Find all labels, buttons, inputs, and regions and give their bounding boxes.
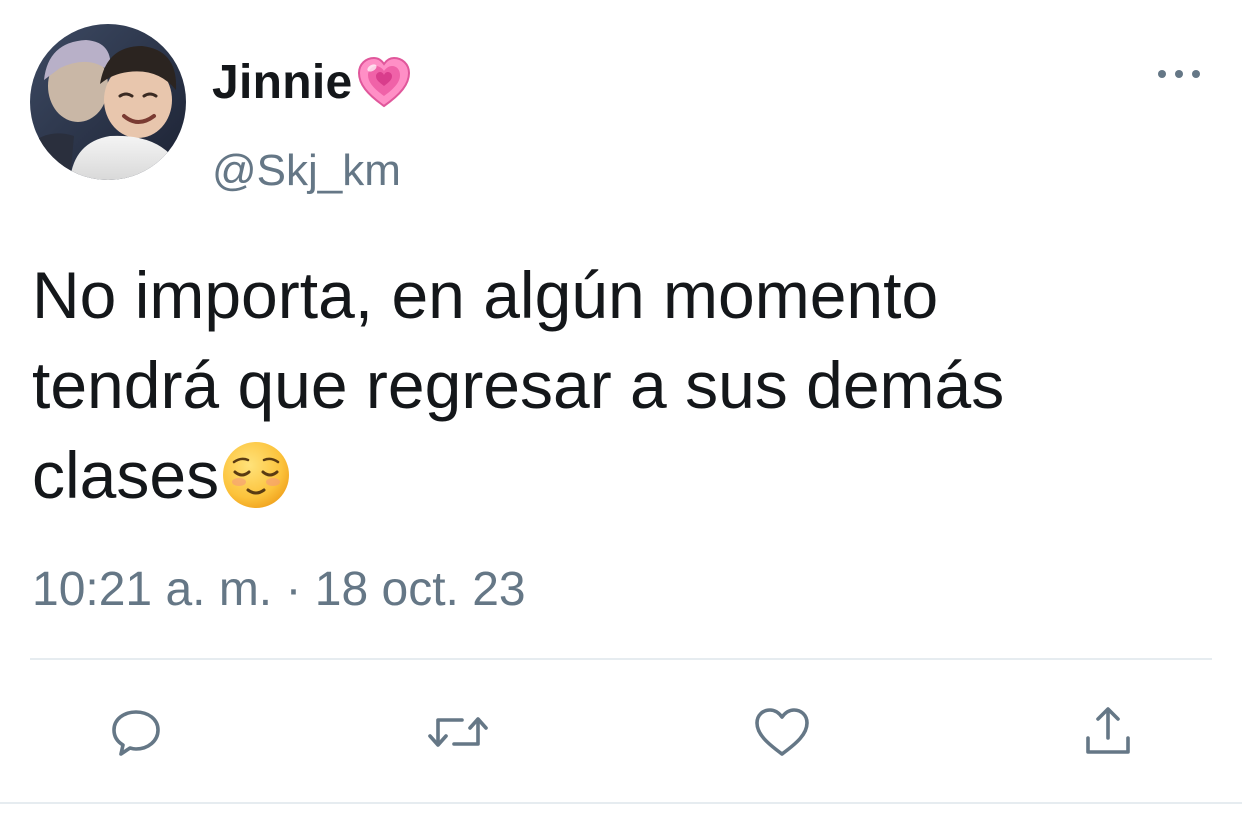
tweet-text-line: clases bbox=[32, 438, 220, 512]
retweet-icon bbox=[428, 717, 488, 747]
like-button[interactable] bbox=[752, 702, 812, 762]
avatar[interactable] bbox=[30, 24, 186, 180]
user-handle[interactable]: @Skj_km bbox=[212, 146, 401, 196]
tweet-text-line: tendrá que regresar a sus demás bbox=[32, 348, 1005, 422]
tweet-text-line: No importa, en algún momento bbox=[32, 258, 939, 332]
divider bbox=[30, 658, 1212, 660]
divider bbox=[0, 802, 1242, 804]
tweet-text: No importa, en algún momento tendrá que … bbox=[32, 250, 1212, 520]
display-name[interactable]: Jinnie bbox=[212, 52, 413, 112]
growing-heart-emoji-icon bbox=[357, 56, 410, 108]
dot-icon bbox=[1192, 70, 1200, 78]
share-icon bbox=[1086, 707, 1130, 754]
more-options-icon[interactable] bbox=[1158, 64, 1200, 84]
avatar-image bbox=[30, 24, 186, 180]
heart-icon bbox=[755, 708, 809, 756]
reply-icon bbox=[112, 710, 160, 756]
dot-icon bbox=[1158, 70, 1166, 78]
display-name-text[interactable]: Jinnie bbox=[212, 55, 353, 110]
dot-icon bbox=[1175, 70, 1183, 78]
tweet-text-line-last: clases bbox=[32, 430, 1212, 520]
share-button[interactable] bbox=[1078, 702, 1138, 762]
relieved-face-emoji-icon bbox=[223, 442, 290, 508]
tweet-timestamp[interactable]: 10:21 a. m. · 18 oct. 23 bbox=[32, 562, 526, 617]
reply-button[interactable] bbox=[106, 702, 166, 762]
retweet-button[interactable] bbox=[428, 702, 488, 762]
